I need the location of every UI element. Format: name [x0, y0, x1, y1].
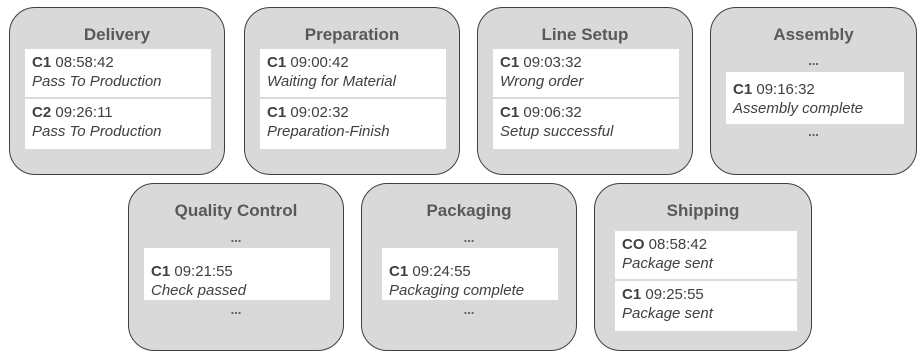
entry-status: Check passed — [151, 282, 247, 299]
station-title: Line Setup — [541, 25, 629, 44]
station-shipping: Shipping CO 08:58:42 Package sent C1 09:… — [594, 183, 812, 351]
entry-code: C1 — [389, 263, 409, 280]
entry-status: Pass To Production — [32, 123, 162, 140]
more-entries-indicator: ... — [808, 124, 819, 139]
entry-status: Packaging complete — [389, 282, 525, 299]
entry-code: C1 — [733, 81, 753, 98]
more-entries-indicator: ... — [463, 230, 475, 245]
log-entry: C1 09:06:32 Setup successful — [493, 99, 679, 149]
station-title: Quality Control — [174, 201, 298, 220]
log-entry: C1 09:00:42 Waiting for Material — [260, 49, 446, 97]
entry-time: 09:24:55 — [412, 263, 471, 280]
log-entry: C1 09:24:55 Packaging complete — [382, 248, 558, 300]
log-entry: CO 08:58:42 Package sent — [615, 231, 797, 279]
more-entries-indicator: ... — [230, 230, 242, 245]
entry-code: C1 — [500, 54, 520, 71]
entry-time: 09:03:32 — [523, 54, 582, 71]
entry-status: Package sent — [622, 305, 713, 322]
more-entries-indicator: ... — [230, 302, 242, 317]
entry-code: CO — [622, 236, 645, 253]
entry-time: 09:25:55 — [645, 286, 704, 303]
entry-status: Waiting for Material — [267, 73, 396, 90]
entry-time: 09:00:42 — [290, 54, 349, 71]
log-entry: C1 09:02:32 Preparation-Finish — [260, 99, 446, 149]
entry-status: Assembly complete — [733, 100, 864, 117]
entry-code: C1 — [151, 263, 171, 280]
entry-time: 09:06:32 — [523, 104, 582, 121]
station-quality-control: Quality Control ... C1 09:21:55 Check pa… — [128, 183, 344, 351]
entry-status: Wrong order — [500, 73, 584, 90]
station-line-setup: Line Setup C1 09:03:32 Wrong order C1 09… — [477, 7, 693, 175]
entry-code: C1 — [267, 104, 287, 121]
entry-status: Pass To Production — [32, 73, 162, 90]
station-title: Preparation — [304, 25, 400, 44]
entry-code: C2 — [32, 104, 52, 121]
entry-status: Preparation-Finish — [267, 123, 390, 140]
station-assembly: Assembly ... C1 09:16:32 Assembly comple… — [710, 7, 917, 175]
station-packaging: Packaging ... C1 09:24:55 Packaging comp… — [361, 183, 577, 351]
station-title: Delivery — [83, 25, 151, 44]
entry-time: 09:02:32 — [290, 104, 349, 121]
entry-code: C1 — [622, 286, 642, 303]
entry-time: 09:16:32 — [756, 81, 815, 98]
station-title: Packaging — [426, 201, 512, 220]
more-entries-indicator: ... — [463, 302, 475, 317]
entry-status: Setup successful — [500, 123, 614, 140]
entry-time: 08:58:42 — [55, 54, 114, 71]
station-title: Shipping — [666, 201, 740, 220]
entry-status: Package sent — [622, 255, 713, 272]
entry-time: 08:58:42 — [648, 236, 708, 253]
more-entries-indicator: ... — [808, 53, 819, 68]
station-delivery: Delivery C1 08:58:42 Pass To Production … — [9, 7, 225, 175]
log-entry: C1 09:16:32 Assembly complete — [726, 72, 904, 124]
entry-time: 09:21:55 — [174, 263, 233, 280]
process-diagram: Delivery C1 08:58:42 Pass To Production … — [0, 0, 922, 356]
entry-code: C1 — [267, 54, 287, 71]
log-entry: C1 09:25:55 Package sent — [615, 281, 797, 331]
station-title: Assembly — [773, 25, 854, 44]
log-entry: C1 08:58:42 Pass To Production — [25, 49, 211, 97]
log-entry: C2 09:26:11 Pass To Production — [25, 99, 211, 149]
log-entry: C1 09:21:55 Check passed — [144, 248, 330, 300]
station-preparation: Preparation C1 09:00:42 Waiting for Mate… — [244, 7, 460, 175]
entry-code: C1 — [500, 104, 520, 121]
log-entry: C1 09:03:32 Wrong order — [493, 49, 679, 97]
entry-code: C1 — [32, 54, 52, 71]
entry-time: 09:26:11 — [55, 104, 113, 121]
